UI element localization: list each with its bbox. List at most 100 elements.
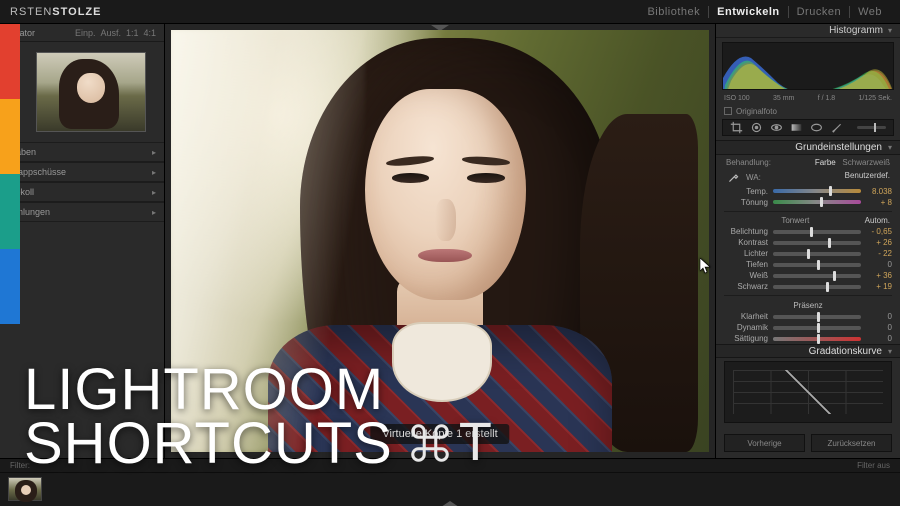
treatment-row: Behandlung: Farbe Schwarzweiß	[716, 155, 900, 169]
slider-clarity[interactable]: Klarheit0	[716, 311, 900, 322]
slider-whites[interactable]: Weiß + 36	[716, 270, 900, 281]
histogram-title: Histogramm	[829, 25, 883, 36]
exposure-label: Belichtung	[726, 227, 768, 236]
slider-tint[interactable]: Tönung + 8	[716, 197, 900, 208]
module-develop[interactable]: Entwickeln	[709, 6, 788, 18]
tonecurve-header[interactable]: Gradationskurve ▾	[716, 344, 900, 358]
eyedropper-icon[interactable]	[726, 171, 740, 185]
chevron-right-icon: ▸	[152, 188, 156, 197]
identity-plate: RSTENSTOLZE	[10, 6, 101, 18]
chevron-right-icon: ▸	[152, 148, 156, 157]
original-toggle[interactable]: Originalfoto	[716, 105, 900, 119]
basic-title: Grundeinstellungen	[795, 142, 882, 153]
checkbox-icon	[724, 107, 732, 115]
saturation-value: 0	[866, 334, 892, 343]
slider-exposure[interactable]: Belichtung - 0,65	[716, 226, 900, 237]
filter-off[interactable]: Filter aus	[857, 461, 890, 470]
slider-vibrance[interactable]: Dynamik 0	[716, 322, 900, 333]
slider-shadows[interactable]: Tiefen 0	[716, 259, 900, 270]
spot-tool-icon[interactable]	[750, 121, 763, 135]
tone-label: Tonwert	[781, 216, 809, 225]
command-icon	[407, 420, 453, 466]
meta-iso: ISO 100	[724, 95, 750, 102]
redeye-tool-icon[interactable]	[770, 121, 783, 135]
nav-4-1[interactable]: 4:1	[143, 28, 156, 38]
highlights-value: - 22	[866, 249, 892, 258]
highlights-label: Lichter	[726, 249, 768, 258]
slider-contrast[interactable]: Kontrast + 26	[716, 237, 900, 248]
tone-head: Tonwert Autom.	[716, 214, 900, 226]
histogram[interactable]	[722, 42, 894, 90]
meta-aperture: f / 1.8	[818, 95, 836, 102]
original-label: Originalfoto	[736, 107, 777, 116]
vibrance-value: 0	[866, 323, 892, 332]
slider-blacks[interactable]: Schwarz+ 19	[716, 281, 900, 292]
module-print[interactable]: Drucken	[789, 6, 850, 18]
reset-button[interactable]: Zurücksetzen	[811, 434, 892, 452]
shadows-value: 0	[866, 260, 892, 269]
wb-label: WA:	[746, 173, 761, 182]
chevron-down-icon: ▾	[888, 347, 892, 356]
basic-header[interactable]: Grundeinstellungen ▾	[716, 140, 900, 154]
whites-value: + 36	[866, 271, 892, 280]
gradient-tool-icon[interactable]	[790, 121, 803, 135]
wb-preset[interactable]: Benutzerdef.	[845, 171, 890, 185]
nav-1-1[interactable]: 1:1	[126, 28, 139, 38]
chevron-down-icon: ▾	[888, 26, 892, 35]
slider-highlights[interactable]: Lichter - 22	[716, 248, 900, 259]
whites-label: Weiß	[726, 271, 768, 280]
treatment-color[interactable]: Farbe	[815, 158, 836, 167]
brand-color-tabs	[0, 24, 20, 324]
tint-label: Tönung	[726, 198, 768, 207]
panel-presets[interactable]: rgaben▸	[0, 142, 164, 162]
treatment-label: Behandlung:	[726, 158, 771, 167]
tone-curve[interactable]	[724, 361, 892, 423]
nav-fill[interactable]: Ausf.	[100, 28, 121, 38]
brand-suffix: STOLZE	[52, 6, 101, 18]
module-library[interactable]: Bibliothek	[639, 6, 709, 18]
filmstrip-thumb[interactable]	[8, 477, 42, 501]
panel-history[interactable]: otokoll▸	[0, 182, 164, 202]
tool-strip	[722, 119, 894, 136]
panel-collections[interactable]: mmlungen▸	[0, 202, 164, 222]
brush-tool-icon[interactable]	[830, 121, 843, 135]
basic-buttons: Vorherige Zurücksetzen	[716, 428, 900, 458]
crop-tool-icon[interactable]	[730, 121, 743, 135]
tint-value: + 8	[866, 198, 892, 207]
tonecurve-title: Gradationskurve	[809, 346, 882, 357]
temp-label: Temp.	[726, 187, 768, 196]
module-web[interactable]: Web	[850, 6, 890, 18]
cursor-icon	[700, 258, 712, 276]
treatment-bw[interactable]: Schwarzweiß	[842, 158, 890, 167]
contrast-label: Kontrast	[726, 238, 768, 247]
radial-tool-icon[interactable]	[810, 121, 823, 135]
shortcut-key: T	[407, 418, 493, 468]
meta-focal: 35 mm	[773, 95, 794, 102]
contrast-value: + 26	[866, 238, 892, 247]
navigator-header[interactable]: vigator Einp. Ausf. 1:1 4:1	[0, 24, 164, 42]
histogram-header[interactable]: Histogramm ▾	[716, 24, 900, 38]
previous-button[interactable]: Vorherige	[724, 434, 805, 452]
tone-auto[interactable]: Autom.	[865, 216, 890, 225]
collapse-bottom-icon[interactable]	[441, 501, 459, 506]
presence-label: Präsenz	[793, 301, 822, 310]
shortcut-letter: T	[459, 418, 493, 468]
vibrance-label: Dynamik	[726, 323, 768, 332]
exposure-value: - 0,65	[866, 227, 892, 236]
shadows-label: Tiefen	[726, 260, 768, 269]
tool-size-slider[interactable]	[857, 126, 886, 129]
brand-prefix: RSTEN	[10, 6, 52, 18]
chevron-down-icon: ▾	[888, 143, 892, 152]
tab-red	[0, 24, 20, 99]
navigator-preview[interactable]	[0, 42, 164, 142]
chevron-right-icon: ▸	[152, 168, 156, 177]
histogram-meta: ISO 100 35 mm f / 1.8 1/125 Sek.	[716, 94, 900, 105]
saturation-label: Sättigung	[726, 334, 768, 343]
lightroom-window: RSTENSTOLZE Bibliothek Entwickeln Drucke…	[0, 0, 900, 506]
slider-saturation[interactable]: Sättigung 0	[716, 333, 900, 344]
nav-fit[interactable]: Einp.	[75, 28, 96, 38]
temp-value: 8.038	[866, 187, 892, 196]
slider-temp[interactable]: Temp. 8.038	[716, 186, 900, 197]
panel-snapshots[interactable]: hnappschüsse▸	[0, 162, 164, 182]
module-picker: Bibliothek Entwickeln Drucken Web	[639, 6, 890, 18]
